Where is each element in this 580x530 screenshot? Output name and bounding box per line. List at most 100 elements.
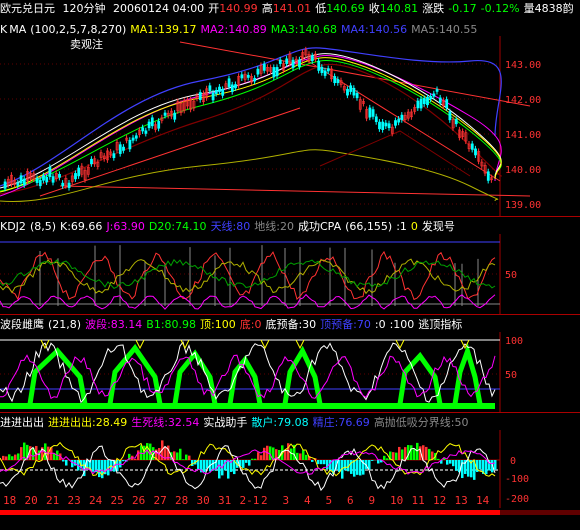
entry-bar	[356, 460, 359, 475]
entry-bar	[359, 460, 362, 476]
entry-bar	[203, 460, 206, 473]
candle	[112, 153, 116, 159]
kdj-v1: :1	[396, 220, 407, 233]
ma-label: MA	[9, 23, 27, 36]
price-chart[interactable]: 卖观注 143.00 142.00 141.00 140.00 139.00	[0, 36, 580, 216]
kdj-name[interactable]: KDJ2	[0, 220, 26, 233]
candle	[438, 97, 442, 103]
candle	[16, 182, 20, 186]
x-axis-date-label: 12	[433, 494, 446, 507]
entry-bar	[179, 448, 182, 460]
candle	[48, 167, 52, 178]
candle	[381, 121, 385, 130]
x-axis-date-label: 31	[218, 494, 231, 507]
candle	[211, 92, 215, 101]
candle	[147, 121, 151, 129]
entry-name[interactable]: 进进出出	[0, 416, 44, 429]
candle	[272, 67, 276, 78]
x-axis-date-label: 30	[197, 494, 210, 507]
price-tick-141: 141.00	[505, 130, 541, 141]
candle	[262, 63, 266, 71]
candle	[426, 96, 429, 106]
entry-bar	[257, 452, 260, 460]
candle	[42, 175, 45, 181]
candle	[470, 143, 474, 150]
entry-bar	[398, 446, 401, 460]
entry-bar	[218, 460, 221, 479]
candle	[58, 174, 61, 178]
open-label: 开	[208, 2, 220, 15]
wave-params: (21,8)	[48, 318, 82, 331]
candle	[234, 84, 237, 89]
entry-bar	[98, 460, 101, 478]
x-axis-date-label: 3	[283, 494, 290, 507]
candle	[275, 67, 279, 77]
candle	[150, 117, 154, 127]
candle	[371, 109, 375, 117]
entry-bar	[263, 447, 266, 460]
candle	[486, 171, 490, 181]
wave-v1: :0	[374, 318, 386, 331]
kdj-v2: 0	[410, 220, 418, 233]
candle	[22, 178, 26, 186]
candle	[221, 89, 225, 96]
candle	[35, 178, 39, 183]
kdj-chart[interactable]: 50	[0, 234, 580, 314]
entry-bar	[101, 460, 104, 479]
entry-bar	[326, 460, 329, 470]
x-axis-date-label: 5	[326, 494, 333, 507]
kdj-k: K:69.66	[60, 220, 103, 233]
candle	[198, 92, 202, 100]
candle	[445, 99, 449, 109]
entry-bar	[485, 460, 488, 475]
k-label: K	[0, 23, 8, 36]
candle	[67, 182, 71, 188]
entry-header: 进进出出 进进出出:28.49 生死线:32.54 实战助手 散户:79.08 精庄:76…	[0, 416, 473, 429]
top-marker	[180, 339, 190, 350]
candle	[336, 79, 340, 84]
kdj-j: J:63.90	[106, 220, 145, 233]
x-axis-date-label: 6	[347, 494, 354, 507]
x-axis-date-label: 23	[68, 494, 81, 507]
entry-bar	[182, 459, 185, 460]
kdj-tick-50: 50	[505, 270, 517, 281]
wave-top: 顶:100	[200, 318, 236, 331]
entry-value: 进进出出:28.49	[48, 416, 128, 429]
entry-bar	[227, 460, 230, 479]
entry-bar	[245, 460, 248, 463]
candle	[74, 173, 77, 180]
entry-bar	[344, 460, 347, 471]
wave-chart[interactable]: 100 50	[0, 332, 580, 412]
ma-header: K MA (100,2,5,7,8,270) MA1:139.17 MA2:140.89…	[0, 23, 481, 36]
entry-bar	[242, 460, 245, 468]
kdj-header: KDJ2 (8,5) K:69.66 J:63.90 D20:74.10 天线:80 地线:…	[0, 220, 459, 233]
entry-bar	[317, 460, 320, 465]
candle	[352, 87, 356, 96]
kdj-ground: 地线:20	[254, 220, 294, 233]
candle	[90, 158, 93, 165]
entry-bar	[311, 460, 314, 462]
price-tick-143: 143.00	[505, 60, 541, 71]
entry-bar	[5, 456, 8, 460]
period-label[interactable]: 120分钟	[63, 2, 106, 15]
volume-value: 4838	[534, 2, 563, 15]
wave-name[interactable]: 波段雌鹰	[0, 318, 44, 331]
candle	[419, 98, 423, 109]
candle	[333, 76, 337, 84]
x-axis-date-label: 9	[369, 494, 376, 507]
candle	[374, 116, 378, 123]
volume-label: 量	[523, 2, 535, 15]
wave-tick-100: 100	[505, 336, 523, 347]
entry-bar	[14, 454, 17, 460]
candle	[122, 146, 125, 151]
candle	[291, 59, 295, 69]
candle	[454, 119, 458, 125]
x-axis-date-label: 2-1	[240, 494, 260, 507]
candle	[278, 59, 282, 64]
x-axis-date-label: 27	[154, 494, 167, 507]
retail-value: 散户:79.08	[251, 416, 309, 429]
entry-bar	[455, 460, 458, 471]
wave-top-prep: 顶预备:70	[320, 318, 371, 331]
entry-bar	[446, 460, 449, 465]
entry-bar	[467, 460, 470, 477]
